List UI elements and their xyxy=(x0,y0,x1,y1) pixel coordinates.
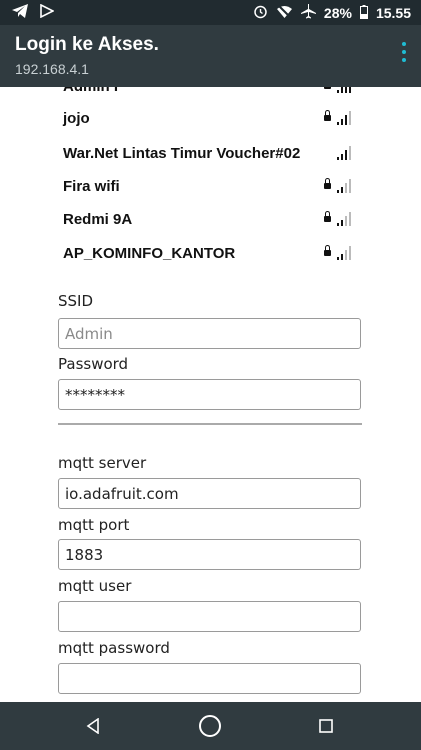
battery-icon xyxy=(359,4,368,22)
lock-icon xyxy=(324,211,331,222)
wifi-off-icon xyxy=(276,4,293,22)
wifi-network-item[interactable]: Fira wifi xyxy=(63,175,353,199)
back-icon[interactable] xyxy=(86,717,100,739)
password-input[interactable] xyxy=(58,379,361,410)
clock: 15.55 xyxy=(375,5,411,21)
navigation-bar xyxy=(0,702,421,750)
wifi-network-item[interactable]: Admin I xyxy=(63,87,353,99)
battery-level: 28% xyxy=(323,5,352,21)
app-bar: Login ke Akses. 192.168.4.1 xyxy=(0,25,421,87)
signal-strength-icon xyxy=(337,111,353,125)
ssid-input[interactable] xyxy=(58,318,361,349)
status-right-icons: 28% 15.55 xyxy=(253,4,411,22)
play-icon xyxy=(40,3,55,21)
wifi-network-name: AP_KOMINFO_KANTOR xyxy=(63,245,236,262)
airplane-icon xyxy=(300,4,316,22)
status-bar: 28% 15.55 xyxy=(0,0,421,25)
lock-icon xyxy=(324,245,331,256)
wifi-network-name: Fira wifi xyxy=(63,178,120,195)
wifi-network-name: Admin I xyxy=(63,87,118,99)
home-icon[interactable] xyxy=(198,714,222,743)
telegram-icon xyxy=(12,4,28,21)
recents-icon[interactable] xyxy=(319,719,333,738)
password-label: Password xyxy=(58,355,129,373)
status-left-icons xyxy=(12,3,55,21)
lock-icon xyxy=(324,178,331,189)
mqtt-password-input[interactable] xyxy=(58,663,361,694)
lock-icon xyxy=(324,110,331,121)
ssid-label: SSID xyxy=(58,292,94,310)
wifi-network-item[interactable]: Redmi 9A xyxy=(63,208,353,232)
mqtt-server-input[interactable] xyxy=(58,478,361,509)
page-title: Login ke Akses. xyxy=(15,34,159,55)
signal-strength-icon xyxy=(337,87,353,93)
divider xyxy=(58,423,362,425)
mqtt-user-input[interactable] xyxy=(58,601,361,632)
page-url: 192.168.4.1 xyxy=(15,61,89,77)
wifi-network-item[interactable]: AP_KOMINFO_KANTOR xyxy=(63,242,353,266)
mqtt-password-label: mqtt password xyxy=(58,639,170,657)
wifi-network-name: jojo xyxy=(63,110,90,127)
signal-strength-icon xyxy=(337,246,353,260)
mqtt-server-label: mqtt server xyxy=(58,454,147,472)
mqtt-user-label: mqtt user xyxy=(58,577,132,595)
portal-content: Admin I jojo War.Net Lintas Timur Voucher#… xyxy=(0,87,421,702)
wifi-network-name: Redmi 9A xyxy=(63,211,133,228)
wifi-network-name: War.Net Lintas Timur Voucher#02 xyxy=(63,145,301,162)
signal-strength-icon xyxy=(337,179,353,193)
mqtt-port-input[interactable] xyxy=(58,539,361,570)
overflow-menu-icon[interactable] xyxy=(401,42,407,62)
wifi-network-item[interactable]: jojo xyxy=(63,107,353,131)
alarm-icon xyxy=(253,4,268,22)
wifi-network-item[interactable]: War.Net Lintas Timur Voucher#02 xyxy=(63,142,353,166)
signal-strength-icon xyxy=(337,146,353,160)
signal-strength-icon xyxy=(337,212,353,226)
mqtt-port-label: mqtt port xyxy=(58,516,130,534)
lock-icon xyxy=(324,87,331,89)
